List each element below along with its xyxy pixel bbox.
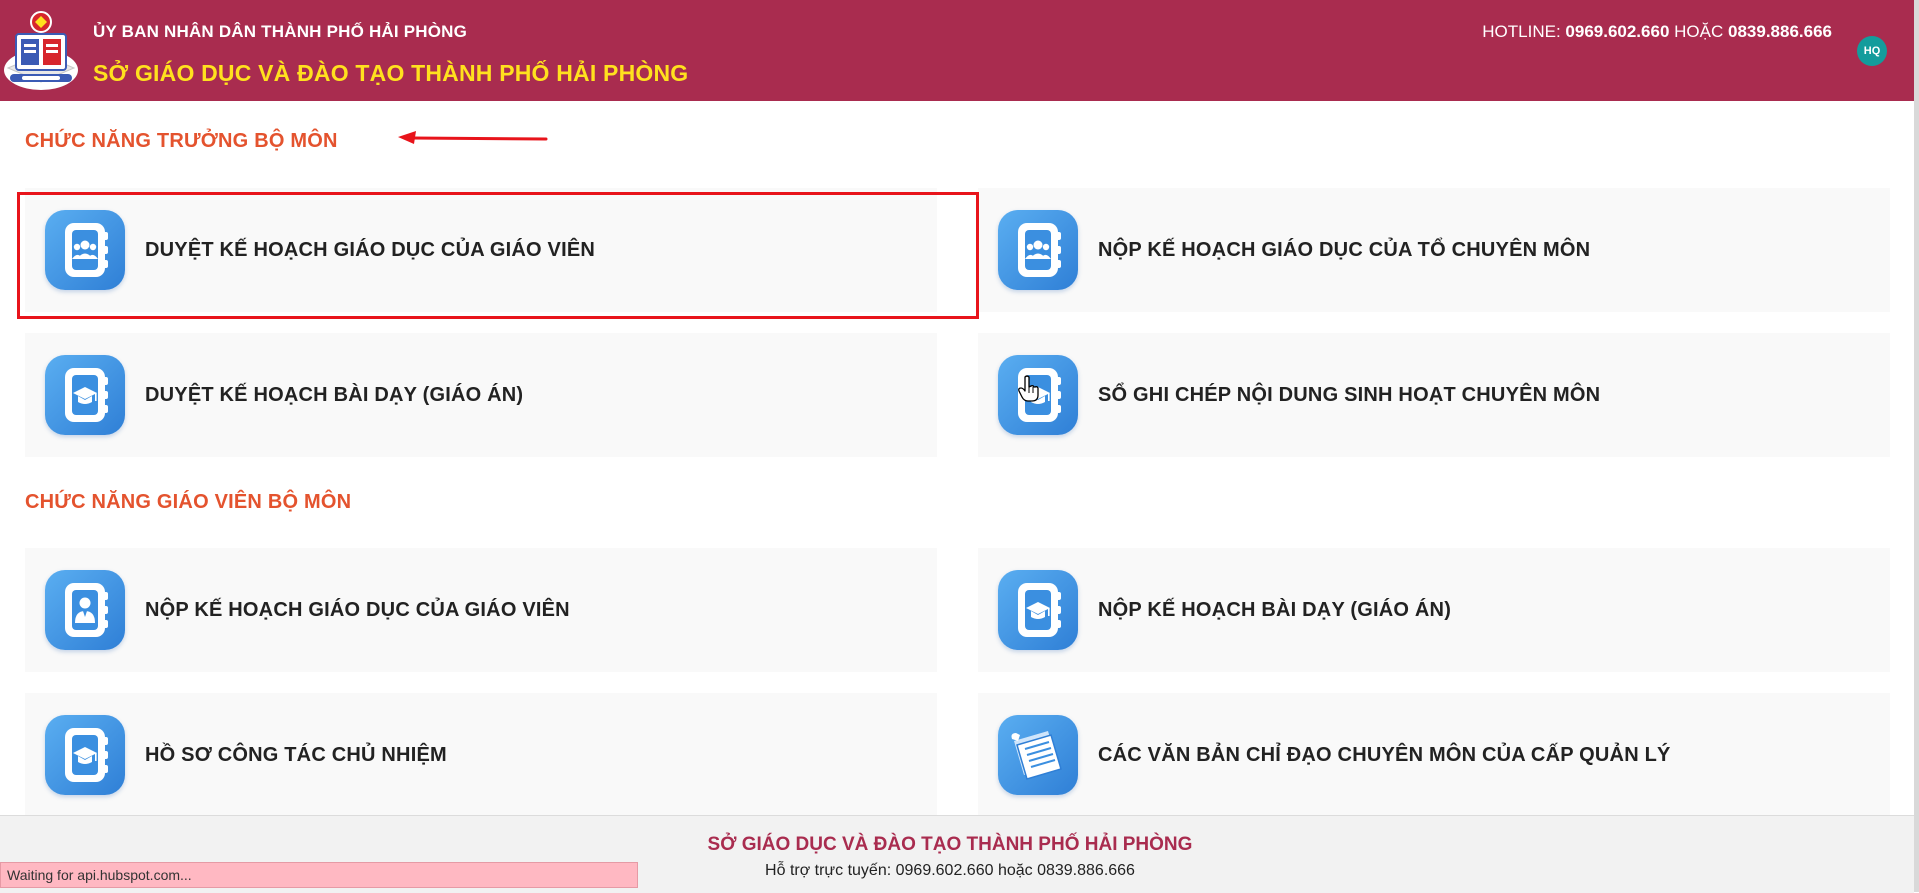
browser-status-bar: Waiting for api.hubspot.com... [0,862,638,888]
footer-title: SỞ GIÁO DỤC VÀ ĐÀO TẠO THÀNH PHỐ HẢI PHÒ… [707,834,1193,855]
graduation-book-icon [45,355,125,435]
card-homeroom-records[interactable]: HỒ SƠ CÔNG TÁC CHỦ NHIỆM [25,693,937,817]
hotline-label: HOTLINE: [1482,22,1561,41]
card-label: HỒ SƠ CÔNG TÁC CHỦ NHIỆM [145,743,447,766]
card-label: SỔ GHI CHÉP NỘI DUNG SINH HOẠT CHUYÊN MÔ… [1098,383,1601,406]
department-name: SỞ GIÁO DỤC VÀ ĐÀO TẠO THÀNH PHỐ HẢI PHÒ… [93,60,689,86]
annotation-arrow [398,131,548,144]
section-title-subject-teacher: CHỨC NĂNG GIÁO VIÊN BỘ MÔN [25,491,352,513]
user-avatar[interactable]: HQ [1857,36,1887,66]
card-submit-teacher-education-plan[interactable]: NỘP KẾ HOẠCH GIÁO DỤC CỦA GIÁO VIÊN [25,548,937,672]
card-label: DUYỆT KẾ HOẠCH GIÁO DỤC CỦA GIÁO VIÊN [145,238,596,261]
graduation-book-icon [998,570,1078,650]
hotline-number-1: 0969.602.660 [1565,22,1670,41]
education-department-logo[interactable] [2,8,80,92]
section-title-head-of-department: CHỨC NĂNG TRƯỞNG BỘ MÔN [25,130,338,152]
card-submit-lesson-plan[interactable]: NỘP KẾ HOẠCH BÀI DẠY (GIÁO ÁN) [978,548,1890,672]
card-management-directive-documents[interactable]: CÁC VĂN BẢN CHỈ ĐẠO CHUYÊN MÔN CỦA CẤP Q… [978,693,1890,817]
card-label: NỘP KẾ HOẠCH BÀI DẠY (GIÁO ÁN) [1098,598,1452,621]
card-label: NỘP KẾ HOẠCH GIÁO DỤC CỦA TỔ CHUYÊN MÔN [1098,238,1591,261]
card-label: NỘP KẾ HOẠCH GIÁO DỤC CỦA GIÁO VIÊN [145,598,570,621]
hand-cursor-icon [1018,375,1039,402]
hotline: HOTLINE: 0969.602.660 HOẶC 0839.886.666 [1482,22,1832,42]
card-label: DUYỆT KẾ HOẠCH BÀI DẠY (GIÁO ÁN) [145,383,524,406]
hotline-number-2: 0839.886.666 [1728,22,1832,41]
graduation-book-icon [45,715,125,795]
card-approve-teacher-education-plan[interactable]: DUYỆT KẾ HOẠCH GIÁO DỤC CỦA GIÁO VIÊN [25,188,937,312]
teacher-book-icon [45,570,125,650]
group-book-icon [45,210,125,290]
group-book-icon [998,210,1078,290]
page-scrollbar[interactable] [1914,0,1919,892]
card-label: CÁC VĂN BẢN CHỈ ĐẠO CHUYÊN MÔN CỦA CẤP Q… [1098,743,1671,766]
documents-icon [998,715,1078,795]
hotline-or: HOẶC [1674,22,1724,41]
card-professional-activity-notebook[interactable]: SỔ GHI CHÉP NỘI DUNG SINH HOẠT CHUYÊN MÔ… [978,333,1890,457]
site-header: ỦY BAN NHÂN DÂN THÀNH PHỐ HẢI PHÒNG SỞ G… [0,0,1914,101]
card-approve-lesson-plan[interactable]: DUYỆT KẾ HOẠCH BÀI DẠY (GIÁO ÁN) [25,333,937,457]
card-submit-department-education-plan[interactable]: NỘP KẾ HOẠCH GIÁO DỤC CỦA TỔ CHUYÊN MÔN [978,188,1890,312]
government-name: ỦY BAN NHÂN DÂN THÀNH PHỐ HẢI PHÒNG [93,22,468,41]
